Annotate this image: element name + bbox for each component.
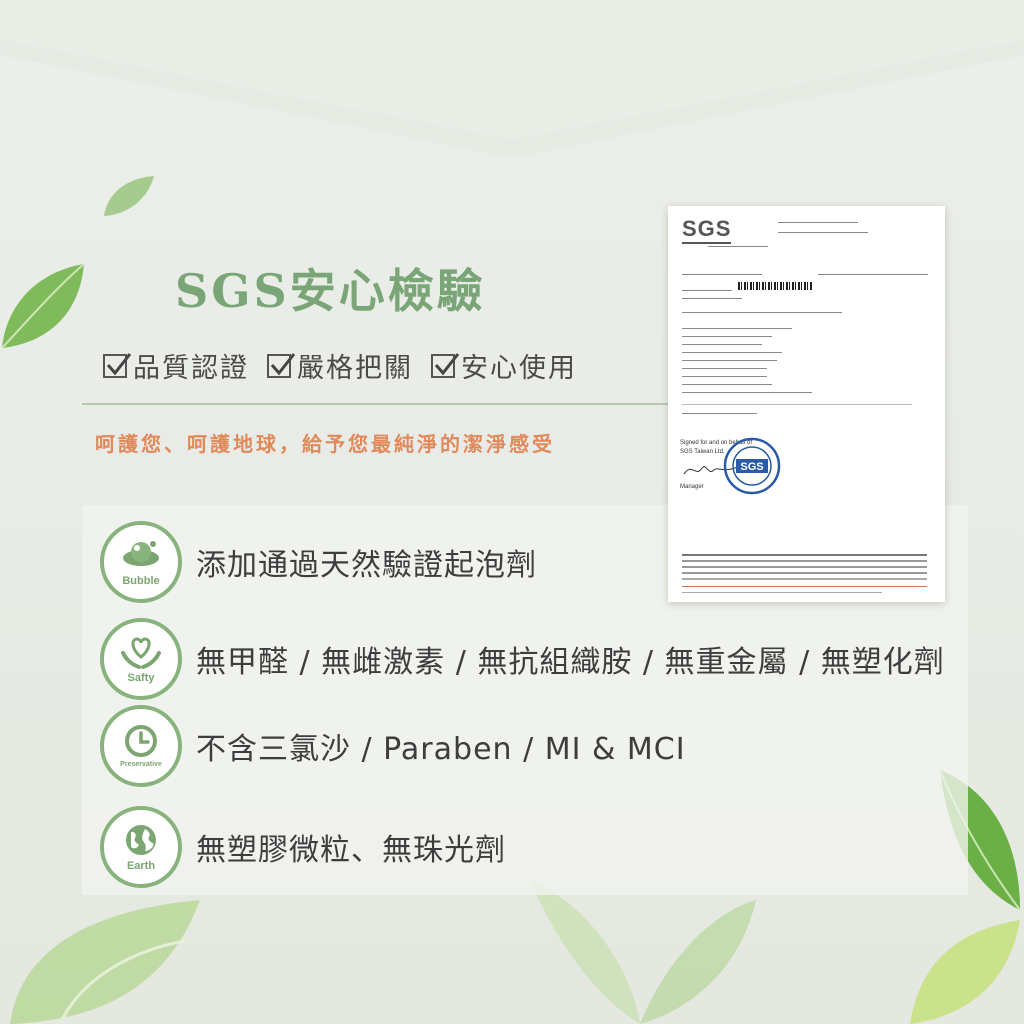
cert-fineprint [682,554,927,556]
sgs-logo: SGS [682,216,732,244]
cert-text-line [682,413,757,414]
check-label: 嚴格把關 [297,353,413,384]
cert-text-line [682,274,762,275]
checklist: 品質認證 嚴格把關 安心使用 [103,346,577,385]
barcode [738,282,813,290]
preservative-badge: Preservative [100,705,182,787]
cert-text-line [682,290,732,291]
sgs-certificate: SGS Signed for and on behalf of SGS Taiw… [668,206,945,602]
cert-header-line [778,232,868,233]
page-title: SGS安心檢驗 [175,264,486,318]
cert-footer-line [682,592,882,593]
stamp-text: SGS [740,461,763,473]
badge-label: Bubble [122,574,160,587]
check-item-strict: 嚴格把關 [267,346,413,385]
divider-line [82,403,672,405]
cert-text-line [708,246,768,247]
check-item-safe: 安心使用 [431,346,577,385]
bubble-icon [123,540,159,566]
feature-row-preservative: Preservative 不含三氯沙 / Paraben / MI & MCI [100,705,686,787]
cert-text-line [682,352,782,353]
badge-label: Preservative [120,761,162,768]
sgs-stamp-icon: SGS [723,437,781,495]
earth-badge: Earth [100,806,182,888]
cert-text-line [682,368,767,369]
feature-text: 添加通過天然驗證起泡劑 [196,548,537,583]
safety-badge: Safty [100,618,182,700]
cert-text-line [682,376,767,377]
cert-text-line [682,328,792,329]
cert-separator [682,404,912,405]
feature-row-earth: Earth 無塑膠微粒、無珠光劑 [100,806,506,888]
cert-text-line [682,392,812,393]
cert-signer-title: Manager [680,484,704,490]
badge-label: Earth [126,859,156,872]
feature-row-safety: Safty 無甲醛 / 無雌激素 / 無抗組織胺 / 無重金屬 / 無塑化劑 [100,618,945,700]
cert-text-line [682,336,772,337]
cert-fineprint [682,566,927,568]
cert-signer-company: SGS Taiwan Ltd. [680,449,725,455]
globe-icon [126,824,156,855]
check-label: 品質認證 [133,353,249,384]
cert-fineprint [682,560,927,562]
check-label: 安心使用 [461,353,577,384]
heart-hands-icon [121,636,161,669]
cert-text-line [682,344,762,345]
feature-text: 無塑膠微粒、無珠光劑 [196,833,506,868]
checkbox-checked-icon [431,352,460,378]
cert-text-line [818,274,928,275]
cert-text-line [682,360,777,361]
background-chevron [0,0,1024,158]
feature-text: 無甲醛 / 無雌激素 / 無抗組織胺 / 無重金屬 / 無塑化劑 [196,645,945,680]
check-item-quality: 品質認證 [103,346,249,385]
feature-row-bubble: Bubble 添加通過天然驗證起泡劑 [100,521,537,603]
cert-text-line [682,312,842,313]
cert-text-line [682,384,772,385]
feature-text: 不含三氯沙 / Paraben / MI & MCI [196,732,686,767]
bubble-badge: Bubble [100,521,182,603]
leaf-decoration-left-top [104,176,154,216]
clock-icon [125,725,157,757]
cert-fineprint [682,572,927,574]
cert-text-line [682,298,742,299]
cert-fineprint [682,578,927,580]
leaf-decoration-left [1,263,85,349]
checkbox-checked-icon [267,352,296,378]
cert-header-line [778,222,858,223]
slogan: 呵護您、呵護地球，給予您最純淨的潔淨感受 [95,432,555,456]
badge-label: Safty [127,671,155,684]
checkbox-checked-icon [103,352,132,378]
cert-footer-line [682,586,927,587]
